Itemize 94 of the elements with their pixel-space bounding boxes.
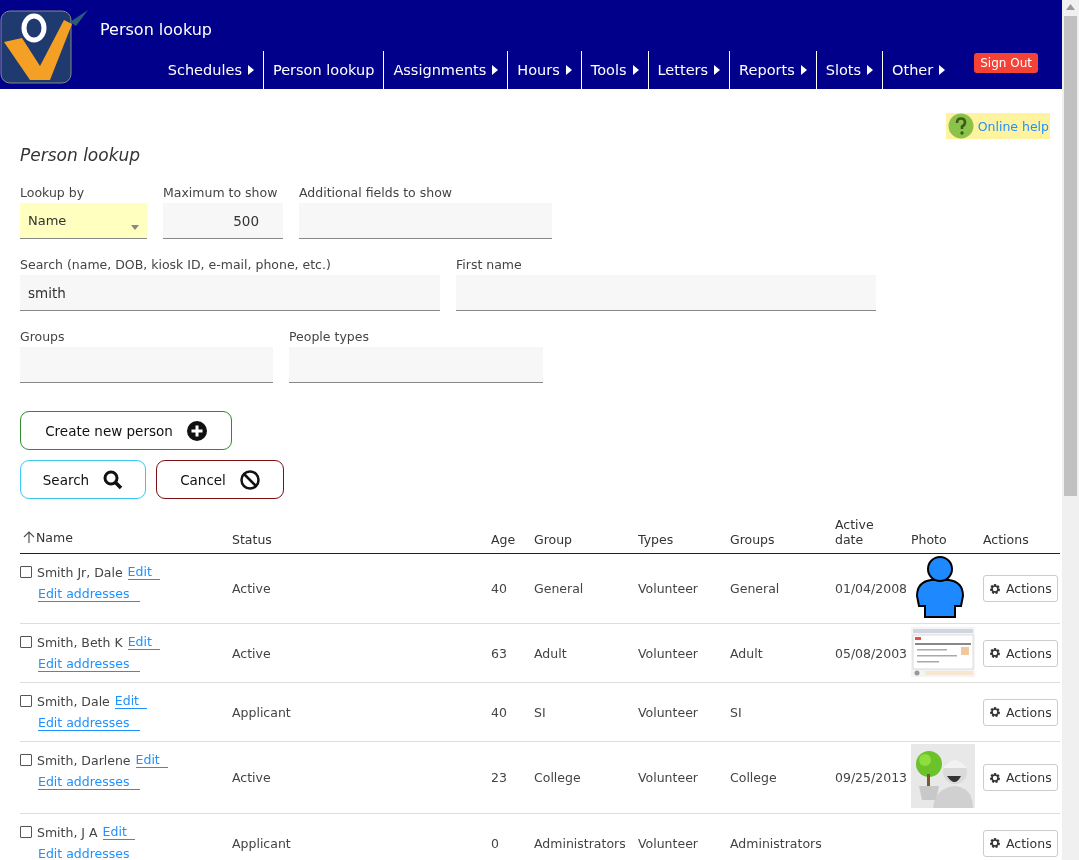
actions-button[interactable]: Actions	[983, 829, 1058, 857]
create-person-button[interactable]: Create new person	[20, 411, 232, 450]
lookup-select[interactable]: Name	[20, 203, 147, 239]
sort-arrow-icon	[22, 530, 36, 544]
age-text: 0	[491, 835, 499, 851]
column-header[interactable]: Photo	[911, 532, 947, 547]
column-header[interactable]: Actions	[983, 532, 1029, 547]
menu-item[interactable]: Person lookup	[262, 51, 384, 89]
menu-item[interactable]: Slots	[815, 51, 883, 89]
column-header[interactable]: Types	[638, 532, 674, 547]
prohibited-icon	[239, 469, 260, 490]
menu-item[interactable]: Letters	[647, 51, 730, 89]
maximum-field[interactable]: 500	[163, 203, 283, 239]
app-title: Person lookup	[100, 20, 213, 39]
type-text: Volunteer	[638, 704, 698, 720]
column-header[interactable]: Groups	[730, 532, 775, 547]
actions-button[interactable]: Actions	[983, 698, 1058, 726]
groups-text: Adult	[730, 645, 763, 661]
help-icon	[947, 113, 974, 139]
active-date: 09/25/2013	[835, 770, 908, 785]
field-label: First name	[456, 257, 523, 272]
search-field[interactable]: smith	[20, 275, 440, 311]
row-checkbox[interactable]	[20, 695, 32, 707]
sign-out-button[interactable]: Sign Out	[974, 53, 1038, 73]
type-text: Volunteer	[638, 645, 698, 661]
search-button[interactable]: Search	[20, 460, 146, 499]
group-text: Administrators	[534, 835, 626, 851]
cancel-button[interactable]: Cancel	[156, 460, 284, 499]
scrollbar[interactable]	[1062, 0, 1079, 860]
person-name: Smith Jr, Dale	[37, 564, 123, 580]
field-label: Maximum to show	[163, 185, 279, 200]
scroll-up-icon[interactable]	[1066, 4, 1075, 10]
menu-item[interactable]: Tools	[580, 51, 648, 89]
actions-button[interactable]: Actions	[983, 764, 1058, 791]
status-text: Active	[232, 645, 271, 661]
field-label: Additional fields to show	[299, 185, 453, 200]
group-text: SI	[534, 704, 546, 720]
field-label: People types	[289, 329, 370, 344]
row-checkbox[interactable]	[20, 636, 32, 648]
row-checkbox[interactable]	[20, 566, 32, 578]
type-text: Volunteer	[638, 770, 698, 785]
group-text: College	[534, 770, 581, 785]
person-name: Smith, J A	[37, 824, 98, 840]
menu-item[interactable]: Reports	[729, 51, 816, 89]
row-checkbox[interactable]	[20, 754, 32, 766]
age-text: 23	[491, 770, 507, 785]
first-name-field[interactable]	[456, 275, 876, 311]
column-header[interactable]: Active date	[835, 517, 885, 547]
person-name: Smith, Darlene	[37, 752, 131, 768]
status-text: Active	[232, 770, 271, 785]
person-name: Smith, Beth K	[37, 634, 123, 650]
gear-icon	[989, 837, 1001, 849]
status-text: Applicant	[232, 835, 291, 851]
groups-text: General	[730, 581, 780, 596]
row-checkbox[interactable]	[20, 826, 32, 838]
menu-item[interactable]: Assignments	[383, 51, 508, 89]
groups-text: SI	[730, 704, 742, 720]
plus-icon	[186, 420, 207, 441]
field-label: Lookup by	[20, 185, 86, 200]
column-header[interactable]: Name	[36, 529, 73, 545]
gear-icon	[989, 582, 1001, 595]
type-text: Volunteer	[638, 581, 698, 596]
active-date: 05/08/2003	[835, 645, 908, 661]
gear-icon	[989, 647, 1001, 659]
groups-field[interactable]	[20, 347, 273, 383]
dropdown-icon	[131, 225, 139, 230]
additional-fields-input[interactable]	[299, 203, 552, 239]
page-title: Person lookup	[20, 145, 142, 165]
person-name: Smith, Dale	[37, 693, 110, 709]
group-text: General	[534, 581, 584, 596]
age-text: 40	[491, 704, 507, 720]
gear-icon	[989, 706, 1001, 718]
gear-icon	[989, 771, 1001, 784]
groups-text: College	[730, 770, 777, 785]
field-label: Search (name, DOB, kiosk ID, e-mail, phone, etc.)	[20, 257, 332, 272]
menu-item[interactable]: Hours	[507, 51, 581, 89]
status-text: Active	[232, 581, 271, 596]
active-date: 01/04/2008	[835, 581, 908, 596]
column-header[interactable]: Status	[232, 532, 272, 547]
menu-item[interactable]: Other	[882, 51, 955, 89]
age-text: 40	[491, 581, 507, 596]
group-text: Adult	[534, 645, 567, 661]
age-text: 63	[491, 645, 507, 661]
field-label: Groups	[20, 329, 66, 344]
actions-button[interactable]: Actions	[983, 639, 1058, 667]
groups-text: Administrators	[730, 835, 822, 851]
type-text: Volunteer	[638, 835, 698, 851]
people-types-field[interactable]	[289, 347, 543, 383]
column-header[interactable]: Age	[491, 532, 516, 547]
menu-item[interactable]: Schedules	[158, 51, 263, 89]
search-icon	[103, 469, 124, 490]
column-header[interactable]: Group	[534, 532, 573, 547]
status-text: Applicant	[232, 704, 291, 720]
actions-button[interactable]: Actions	[983, 575, 1058, 602]
